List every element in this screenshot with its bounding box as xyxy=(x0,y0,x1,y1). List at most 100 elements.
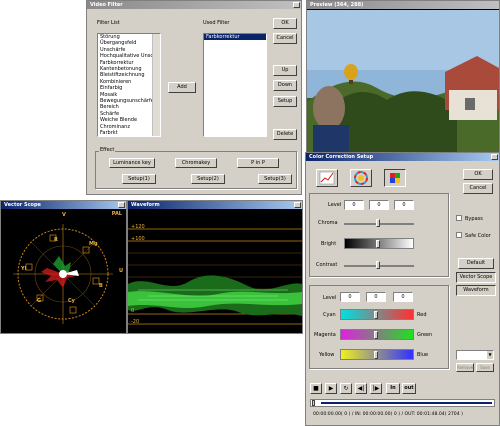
yellow-label: Yellow xyxy=(319,352,335,358)
luminance-key-button[interactable]: Luminance key xyxy=(109,158,155,168)
green-label: Green xyxy=(417,332,433,338)
waveform-button[interactable]: Waveform xyxy=(456,285,496,296)
play-button[interactable]: ▶ xyxy=(325,383,337,394)
filter-list-label: Filter List xyxy=(97,20,120,26)
loop-button[interactable]: ↻ xyxy=(340,383,352,394)
red-label: Red xyxy=(417,312,427,318)
scope-label-b: B xyxy=(99,283,103,289)
save-button[interactable]: Save xyxy=(476,363,494,372)
chroma-label: Chroma xyxy=(318,220,338,226)
color-correction-title: Color Correction Setup xyxy=(306,153,499,161)
step-forward-button[interactable]: |▶ xyxy=(370,383,382,394)
waveform-display xyxy=(128,228,302,325)
ok-button[interactable]: OK xyxy=(273,18,297,29)
add-button[interactable]: Add xyxy=(168,82,196,93)
blue-label: Blue xyxy=(417,352,429,358)
vector-scope-window: Vector Scope PAL V U R Mg Yl B G Cy xyxy=(0,200,127,334)
vector-scope-display xyxy=(13,224,113,324)
setup-button[interactable]: Setup xyxy=(273,96,297,107)
bright-slider-thumb[interactable] xyxy=(376,240,380,248)
remove-button[interactable]: Remove xyxy=(456,363,474,372)
preview-title: Preview (364, 288) xyxy=(307,1,499,9)
filter-list-item[interactable]: Hochqualitative Unschä xyxy=(98,53,160,59)
level2-field-3[interactable]: 0 xyxy=(393,292,413,302)
step-forward-icon: |▶ xyxy=(372,385,380,392)
setup3-button[interactable]: Setup(3) xyxy=(258,174,292,184)
used-filter-list[interactable]: Farbkorrektur xyxy=(203,33,267,137)
in-button[interactable]: In xyxy=(386,383,400,394)
yellow-blue-slider-thumb[interactable] xyxy=(374,351,378,359)
scope-label-yl: Yl xyxy=(21,266,27,272)
used-filter-item[interactable]: Farbkorrektur xyxy=(204,34,266,41)
preview-window: Preview (364, 288) xyxy=(306,0,500,152)
waveform-title: Waveform xyxy=(128,201,302,209)
level-field-2[interactable]: 0 xyxy=(369,200,389,210)
cancel-button[interactable]: Cancel xyxy=(463,183,493,194)
p-in-p-button[interactable]: P in P xyxy=(237,158,279,168)
chromakey-button[interactable]: Chromakey xyxy=(175,158,217,168)
timecode-readout: 00:00:00.00( 0 ) / IN: 00:00:00.00( 0 ) … xyxy=(313,412,463,417)
cyan-red-slider-thumb[interactable] xyxy=(374,311,378,319)
vector-scope-title: Vector Scope xyxy=(1,201,126,209)
cyan-label: Cyan xyxy=(323,312,336,318)
default-button[interactable]: Default xyxy=(458,258,494,269)
safe-color-checkbox[interactable] xyxy=(456,232,462,238)
bypass-checkbox[interactable] xyxy=(456,215,462,221)
level-field-3[interactable]: 0 xyxy=(394,200,414,210)
stop-button[interactable]: ■ xyxy=(310,383,322,394)
close-icon[interactable] xyxy=(118,202,125,208)
waveform-tick: 0 xyxy=(131,308,135,314)
cancel-button[interactable]: Cancel xyxy=(273,33,297,44)
level2-label: Level xyxy=(323,295,337,301)
scope-label-g: G xyxy=(37,298,42,304)
down-button[interactable]: Down xyxy=(273,80,297,91)
magenta-label: Magenta xyxy=(314,332,336,338)
used-filter-label: Used Filter xyxy=(203,20,230,26)
up-button[interactable]: Up xyxy=(273,65,297,76)
preset-dropdown[interactable]: ▼ xyxy=(456,350,494,360)
timeline-progress xyxy=(321,402,492,404)
color-wheel-tab-button[interactable] xyxy=(350,169,372,187)
palette-tab-button[interactable] xyxy=(384,169,406,187)
scope-label-u: U xyxy=(119,268,124,274)
level2-field-2[interactable]: 0 xyxy=(366,292,386,302)
waveform-tick: -20 xyxy=(131,319,140,325)
loop-icon: ↻ xyxy=(343,385,349,392)
out-button[interactable]: out xyxy=(402,383,416,394)
play-icon: ▶ xyxy=(328,385,334,392)
step-back-button[interactable]: ◀| xyxy=(355,383,367,394)
scope-label-mg: Mg xyxy=(89,241,98,247)
vector-scope-button[interactable]: Vector Scope xyxy=(456,272,496,283)
palette-icon xyxy=(390,173,400,183)
setup2-button[interactable]: Setup(2) xyxy=(191,174,225,184)
scope-label-r: R xyxy=(54,237,58,243)
setup1-button[interactable]: Setup(1) xyxy=(122,174,156,184)
close-icon[interactable] xyxy=(294,202,301,208)
waveform-tick: +120 xyxy=(131,224,145,230)
filter-list[interactable]: Störung Übergangsfeld Unschärfe Hochqualita… xyxy=(97,33,161,137)
waveform-window: Waveform +120 +100 0 -20 xyxy=(127,200,303,334)
bypass-label: Bypass xyxy=(465,216,483,222)
video-filter-title: Video Filter xyxy=(87,1,301,9)
bright-label: Bright xyxy=(321,241,337,247)
timeline-track[interactable] xyxy=(310,399,495,407)
ok-button[interactable]: OK xyxy=(463,169,493,180)
color-correction-window: Color Correction Setup OK Cancel Level 0… xyxy=(305,152,500,426)
level2-field-1[interactable]: 0 xyxy=(340,292,360,302)
close-icon[interactable] xyxy=(293,2,300,8)
delete-button[interactable]: Delete xyxy=(273,129,297,140)
filter-list-item[interactable]: Farbrkt xyxy=(98,130,160,136)
magenta-green-slider-thumb[interactable] xyxy=(374,331,378,339)
curve-tab-button[interactable] xyxy=(316,169,338,187)
level-field-1[interactable]: 0 xyxy=(344,200,364,210)
scrollbar[interactable] xyxy=(152,34,160,136)
effect-label: Effect xyxy=(99,147,116,153)
close-icon[interactable] xyxy=(491,154,498,160)
timeline-playhead[interactable] xyxy=(312,400,315,406)
contrast-slider-thumb[interactable] xyxy=(376,261,380,269)
curve-icon xyxy=(319,171,335,185)
color-wheel-icon xyxy=(354,171,368,185)
chroma-slider-thumb[interactable] xyxy=(376,219,380,227)
safe-color-label: Safe Color xyxy=(465,233,491,239)
level-label: Level xyxy=(328,202,342,208)
